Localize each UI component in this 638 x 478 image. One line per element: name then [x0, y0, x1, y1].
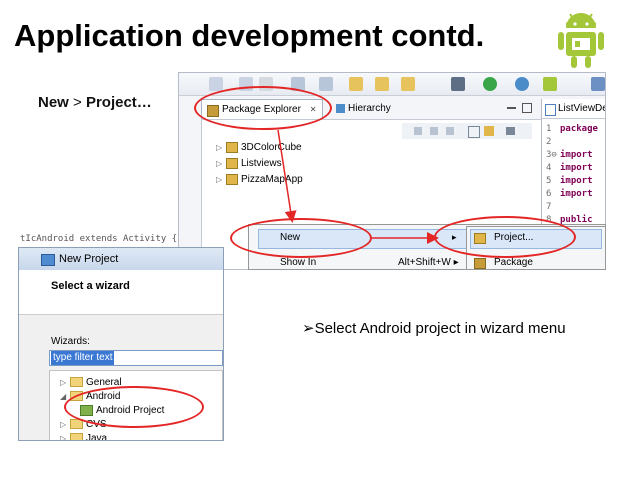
bullet-marker-icon: ➢	[302, 320, 315, 337]
callout-arrows	[277, 129, 439, 244]
arrow-to-new	[277, 129, 297, 223]
bullet-text: Select Android project in wizard menu	[314, 320, 566, 337]
bullet-point: ➢Select Android project in wizard menu	[302, 319, 566, 337]
